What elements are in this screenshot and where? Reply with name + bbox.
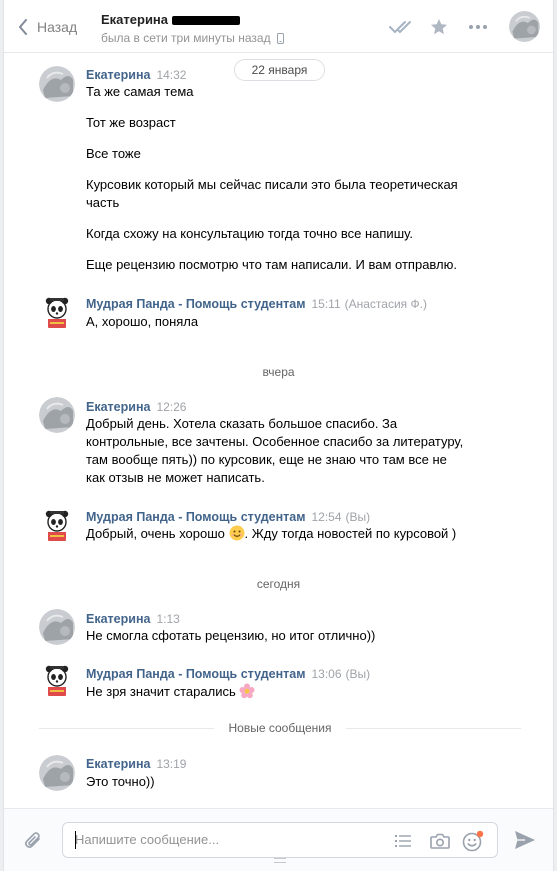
back-label: Назад xyxy=(37,19,78,35)
message-input-box[interactable] xyxy=(62,822,498,858)
message-text: Не смогла сфотать рецензию, но итог отли… xyxy=(86,628,376,643)
message-input[interactable] xyxy=(75,832,375,847)
sender-note: (Вы) xyxy=(345,510,371,524)
camera-icon[interactable] xyxy=(429,830,451,852)
sender-note: (Вы) xyxy=(345,667,371,681)
message-author[interactable]: Мудрая Панда - Помощь студентам 12:54 (Вы) xyxy=(86,510,370,524)
avatar[interactable] xyxy=(39,397,75,433)
attach-button[interactable] xyxy=(22,829,44,851)
message-text: Тот же возраст xyxy=(86,115,176,130)
contact-status: была в сети три минуты назад xyxy=(101,31,284,45)
message-author[interactable]: Екатерина 14:32 xyxy=(86,68,186,82)
double-check-icon[interactable] xyxy=(389,15,413,39)
new-messages-separator: Новые сообщения xyxy=(39,721,521,735)
message-author[interactable]: Екатерина 13:19 xyxy=(86,757,186,771)
message-author[interactable]: Мудрая Панда - Помощь студентам 13:06 (Вы) xyxy=(86,667,370,681)
message-time[interactable]: 12:26 xyxy=(156,400,186,414)
flower-emoji-icon xyxy=(239,683,255,704)
message-text: Это точно)) xyxy=(86,774,155,789)
avatar[interactable] xyxy=(39,66,75,102)
send-icon xyxy=(515,831,535,849)
message-text: Курсовик который мы сейчас писали это бы… xyxy=(86,177,458,192)
message-time[interactable]: 1:13 xyxy=(156,612,179,626)
message-time[interactable]: 14:32 xyxy=(156,68,186,82)
redacted-surname xyxy=(172,16,241,26)
back-button[interactable]: Назад xyxy=(18,17,77,37)
star-icon[interactable] xyxy=(427,15,451,39)
message-text: Добрый день. Хотела сказать большое спас… xyxy=(86,416,398,431)
message-text: контрольные, все зачтены. Особенное спас… xyxy=(86,434,464,449)
smile-emoji-icon xyxy=(229,525,245,546)
resize-handle[interactable] xyxy=(274,858,286,863)
message-text: А, хорошо, поняла xyxy=(86,314,199,329)
message-author[interactable]: Екатерина 1:13 xyxy=(86,612,180,626)
sender-note: (Анастасия Ф.) xyxy=(344,297,427,311)
message-text: Когда схожу на консультацию тогда точно … xyxy=(86,226,413,241)
chat-window: Назад Екатерина была в сети три минуты н… xyxy=(3,0,554,871)
message-text: Еще рецензию посмотрю что там написали. … xyxy=(86,257,457,272)
avatar[interactable] xyxy=(39,755,75,791)
mobile-icon xyxy=(276,32,284,44)
panda-avatar[interactable] xyxy=(39,294,75,330)
paperclip-icon xyxy=(25,832,40,848)
message-time[interactable]: 13:19 xyxy=(156,757,186,771)
panda-avatar[interactable] xyxy=(39,662,75,698)
message-text: Все тоже xyxy=(86,146,141,161)
template-list-icon[interactable] xyxy=(393,831,413,851)
more-icon[interactable] xyxy=(466,15,490,39)
panda-avatar[interactable] xyxy=(39,507,75,543)
date-pill[interactable]: 22 января xyxy=(234,59,325,81)
message-time[interactable]: 15:11 xyxy=(311,297,340,311)
message-time[interactable]: 13:06 xyxy=(311,667,341,681)
message-author[interactable]: Мудрая Панда - Помощь студентам 15:11 (Ана… xyxy=(86,297,427,311)
chat-header: Назад Екатерина была в сети три минуты н… xyxy=(4,0,553,53)
message-text: там вообще пять)) по курсовик, еще не зн… xyxy=(86,452,447,467)
message-author[interactable]: Екатерина 12:26 xyxy=(86,400,186,414)
send-button[interactable] xyxy=(512,828,538,852)
message-text: как отзыв не может написать. xyxy=(86,470,265,485)
chevron-left-icon xyxy=(19,19,27,35)
message-text: часть xyxy=(86,195,120,210)
message-text: Не зря значит старались xyxy=(86,683,255,704)
avatar[interactable] xyxy=(39,609,75,645)
contact-avatar[interactable] xyxy=(509,11,540,42)
date-divider: сегодня xyxy=(256,577,301,591)
contact-name[interactable]: Екатерина xyxy=(101,12,241,27)
message-time[interactable]: 12:54 xyxy=(311,510,341,524)
emoji-icon[interactable] xyxy=(461,829,485,853)
message-text: Добрый, очень хорошо . Жду тогда новосте… xyxy=(86,525,456,546)
message-text: Та же самая тема xyxy=(86,84,194,99)
date-divider: вчера xyxy=(262,365,295,379)
